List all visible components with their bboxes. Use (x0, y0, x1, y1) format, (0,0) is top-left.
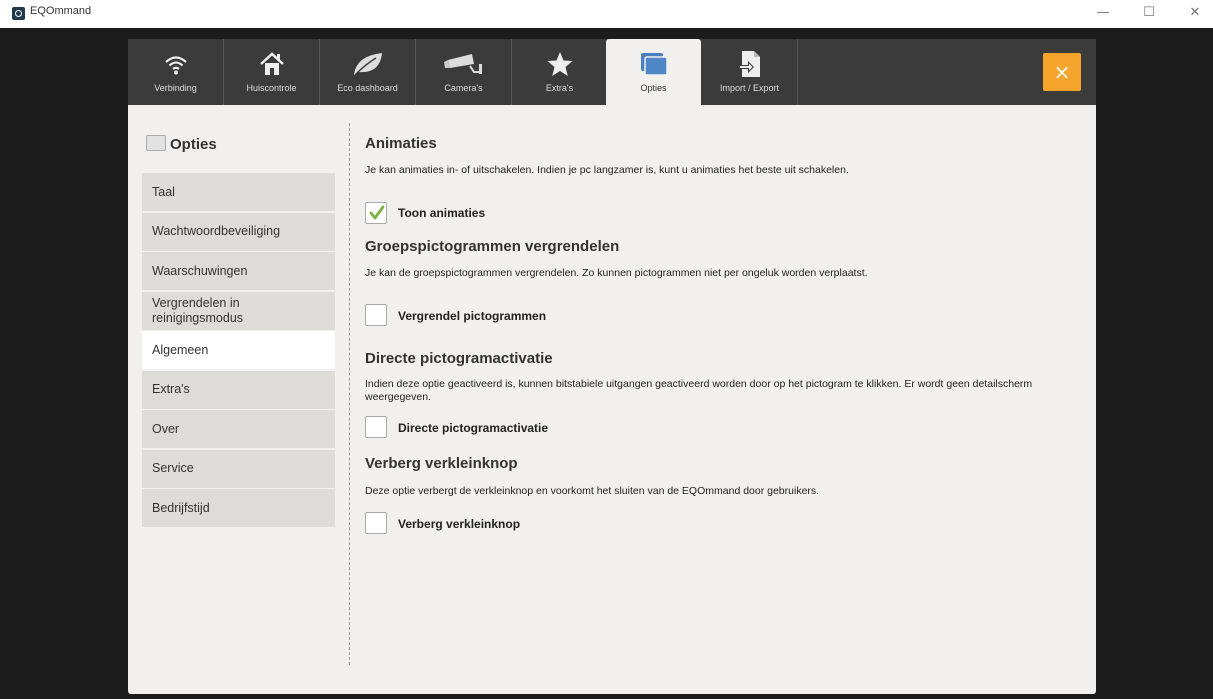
tab-label: Eco dashboard (337, 83, 398, 93)
tab-label: Verbinding (154, 83, 197, 93)
star-icon (512, 49, 607, 79)
tab-label: Opties (640, 83, 667, 93)
sidebar-item-vergrendelen[interactable]: Vergrendelen in reinigingsmodus (142, 291, 335, 330)
sidebar-title: Opties (144, 133, 217, 153)
options-icon (606, 49, 701, 79)
checkbox-label: Directe pictogramactivatie (398, 421, 549, 435)
wifi-icon (128, 49, 223, 79)
section-title-animaties: Animaties (365, 135, 437, 152)
sidebar-item-waarschuwingen[interactable]: Waarschuwingen (142, 252, 335, 290)
sidebar-menu: Taal Wachtwoordbeveiliging Waarschuwinge… (142, 173, 335, 529)
section-description: Indien deze optie geactiveerd is, kunnen… (365, 378, 1033, 403)
tab-label: Extra's (545, 83, 574, 93)
tab-label: Huiscontrole (246, 83, 297, 93)
tab-extras[interactable]: Extra's (512, 39, 608, 105)
tab-cameras[interactable]: Camera's (416, 39, 512, 105)
checkbox-label: Toon animaties (398, 206, 486, 220)
checkbox-label: Vergrendel pictogrammen (398, 309, 547, 323)
sidebar-item-over[interactable]: Over (142, 410, 335, 448)
sidebar-item-bedrijfstijd[interactable]: Bedrijfstijd (142, 489, 335, 527)
tab-eco-dashboard[interactable]: Eco dashboard (320, 39, 416, 105)
section-title-groepspictogrammen: Groepspictogrammen vergrendelen (365, 238, 620, 255)
sidebar-item-wachtwoordbeveiliging[interactable]: Wachtwoordbeveiliging (142, 212, 335, 251)
window-close-button[interactable]: ✕ (1180, 4, 1210, 22)
section-description: Je kan de groepspictogrammen vergrendele… (365, 267, 868, 279)
checkbox-label: Verberg verkleinknop (398, 517, 521, 531)
window-titlebar: EQOmmand — ☐ ✕ (0, 0, 1213, 28)
import-export-icon (702, 49, 797, 79)
main-toolbar: Verbinding Huiscontrole Eco dashboard Ca… (128, 39, 1096, 105)
maximize-button[interactable]: ☐ (1134, 4, 1164, 22)
section-description: Je kan animaties in- of uitschakelen. In… (365, 164, 849, 176)
tab-verbinding[interactable]: Verbinding (128, 39, 224, 105)
section-description: Deze optie verbergt de verkleinknop en v… (365, 485, 820, 497)
tab-opties[interactable]: Opties (606, 39, 701, 105)
tab-label: Camera's (444, 83, 483, 93)
sidebar-item-algemeen[interactable]: Algemeen (142, 331, 335, 369)
options-panel: Opties Taal Wachtwoordbeveiliging Waarsc… (128, 105, 1096, 694)
window-title: EQOmmand (30, 5, 92, 17)
camera-icon (416, 49, 511, 79)
checkmark-icon (369, 205, 385, 220)
tab-huiscontrole[interactable]: Huiscontrole (224, 39, 320, 105)
sidebar-item-extras[interactable]: Extra's (142, 370, 335, 409)
tab-import-export[interactable]: Import / Export (702, 39, 798, 105)
close-panel-button[interactable]: × (1043, 53, 1081, 91)
sidebar-item-service[interactable]: Service (142, 449, 335, 488)
minimize-button[interactable]: — (1088, 4, 1118, 22)
checkbox-toon-animaties[interactable] (365, 202, 387, 224)
sidebar-title-text: Opties (170, 136, 217, 153)
leaf-icon (320, 49, 415, 79)
options-icon (144, 133, 166, 151)
section-title-verberg-verkleinknop: Verberg verkleinknop (365, 455, 518, 472)
app-logo-icon (12, 7, 25, 20)
vertical-divider (349, 123, 350, 665)
checkbox-vergrendel-pictogrammen[interactable] (365, 304, 387, 326)
tab-label: Import / Export (719, 83, 780, 93)
house-icon (224, 49, 319, 79)
checkbox-directe-pictogramactivatie[interactable] (365, 416, 387, 438)
section-title-directe-pictogramactivatie: Directe pictogramactivatie (365, 350, 553, 367)
sidebar-item-taal[interactable]: Taal (142, 173, 335, 211)
checkbox-verberg-verkleinknop[interactable] (365, 512, 387, 534)
